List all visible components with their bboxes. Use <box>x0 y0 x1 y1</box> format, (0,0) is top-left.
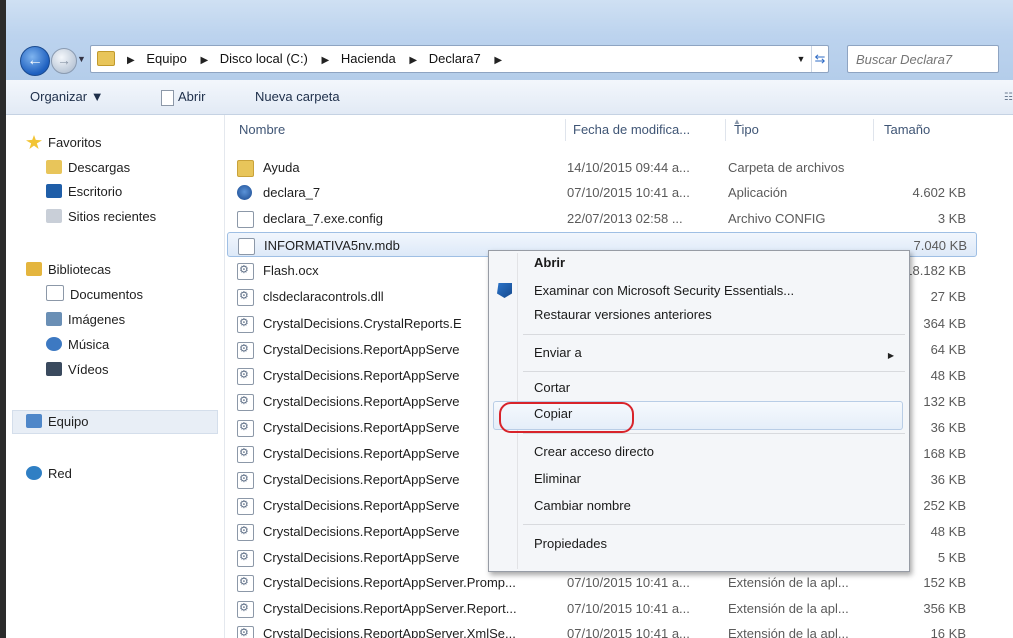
column-divider[interactable] <box>565 119 566 141</box>
computer-icon <box>26 414 42 428</box>
navigation-pane: Favoritos Descargas Escritorio Sitios re… <box>6 115 224 638</box>
column-header-name[interactable]: Nombre <box>233 115 559 145</box>
folder-icon <box>97 51 115 66</box>
chevron-right-icon[interactable]: ▶ <box>200 55 208 66</box>
column-header-size[interactable]: Tamaño <box>878 115 974 145</box>
dll-icon <box>237 289 254 306</box>
nav-item-downloads[interactable]: Descargas <box>46 158 130 178</box>
file-row[interactable]: declara_7.exe.config 22/07/2013 02:58 ...… <box>225 206 1013 231</box>
file-row[interactable]: declara_7 07/10/2015 10:41 a... Aplicación… <box>225 180 1013 205</box>
column-header-type[interactable]: Tipo <box>728 115 874 145</box>
column-divider[interactable] <box>873 119 874 141</box>
dll-icon <box>237 420 254 437</box>
app-icon <box>237 185 252 200</box>
new-folder-button[interactable]: Nueva carpeta <box>255 80 340 114</box>
menu-item-scan[interactable]: Examinar con Microsoft Security Essentia… <box>534 279 794 303</box>
dll-icon <box>237 524 254 541</box>
dll-icon <box>237 626 254 638</box>
menu-item-open[interactable]: Abrir <box>534 251 565 275</box>
organize-button[interactable]: Organizar ▼ <box>30 80 104 114</box>
file-row[interactable]: CrystalDecisions.ReportAppServer.Promp..… <box>225 570 1013 595</box>
dll-icon <box>237 498 254 515</box>
back-button[interactable]: ← <box>20 46 50 76</box>
nav-item-computer[interactable]: Equipo <box>26 412 88 432</box>
dll-icon <box>237 472 254 489</box>
explorer-window: ← → ▼ ▶ Equipo ▶ Disco local (C:) ▶ Haci… <box>0 0 1013 638</box>
forward-button[interactable]: → <box>51 48 77 74</box>
menu-separator <box>523 371 905 372</box>
dll-icon <box>237 316 254 333</box>
menu-item-create-shortcut[interactable]: Crear acceso directo <box>534 440 654 464</box>
menu-item-rename[interactable]: Cambiar nombre <box>534 494 631 518</box>
chevron-right-icon[interactable]: ▶ <box>409 55 417 66</box>
chevron-right-icon[interactable]: ▶ <box>127 55 135 66</box>
folder-icon <box>237 160 254 177</box>
nav-item-videos[interactable]: Vídeos <box>46 360 108 380</box>
nav-item-recent[interactable]: Sitios recientes <box>46 207 156 227</box>
nav-item-favorites[interactable]: Favoritos <box>26 133 101 153</box>
menu-item-delete[interactable]: Eliminar <box>534 467 581 491</box>
dll-icon <box>237 368 254 385</box>
breadcrumb-item-hacienda[interactable]: Hacienda <box>341 51 396 66</box>
column-divider[interactable] <box>725 119 726 141</box>
chevron-right-icon[interactable]: ▶ <box>494 55 502 66</box>
nav-item-libraries[interactable]: Bibliotecas <box>26 260 111 280</box>
document-icon <box>238 238 255 255</box>
refresh-icon[interactable]: ⇆ <box>811 46 828 72</box>
open-button[interactable]: Abrir <box>178 80 205 114</box>
sort-ascending-icon: ▲ <box>733 117 741 126</box>
menu-item-properties[interactable]: Propiedades <box>534 532 607 556</box>
star-icon <box>26 135 42 149</box>
nav-item-music[interactable]: Música <box>46 335 109 355</box>
documents-icon <box>46 285 64 301</box>
breadcrumb-item-equipo[interactable]: Equipo <box>146 51 186 66</box>
command-bar: Organizar ▼ Abrir Nueva carpeta ☷ <box>6 80 1013 115</box>
downloads-folder-icon <box>46 160 62 174</box>
nav-item-network[interactable]: Red <box>26 464 72 484</box>
libraries-icon <box>26 262 42 276</box>
view-options-icon[interactable]: ☷ <box>1004 92 1013 103</box>
breadcrumb: ▶ Equipo ▶ Disco local (C:) ▶ Hacienda ▶… <box>119 46 510 72</box>
file-row[interactable]: Ayuda 14/10/2015 09:44 a... Carpeta de arc… <box>225 155 1013 180</box>
dll-icon <box>237 394 254 411</box>
breadcrumb-item-disk[interactable]: Disco local (C:) <box>220 51 308 66</box>
history-dropdown-icon[interactable]: ▼ <box>77 52 87 66</box>
menu-separator <box>523 433 905 434</box>
nav-item-documents[interactable]: Documentos <box>46 285 143 305</box>
dll-icon <box>237 342 254 359</box>
address-dropdown-icon[interactable]: ▼ <box>794 46 808 72</box>
nav-item-desktop[interactable]: Escritorio <box>46 182 122 202</box>
desktop-icon <box>46 184 62 198</box>
chevron-right-icon[interactable]: ▶ <box>322 55 330 66</box>
menu-item-send-to[interactable]: Enviar a <box>534 341 582 365</box>
security-essentials-icon <box>497 283 512 298</box>
search-box[interactable] <box>847 45 999 73</box>
search-input[interactable] <box>854 46 988 72</box>
menu-item-cut[interactable]: Cortar <box>534 376 570 400</box>
breadcrumb-item-declara7[interactable]: Declara7 <box>429 51 481 66</box>
menu-item-restore[interactable]: Restaurar versiones anteriores <box>534 303 712 327</box>
dll-icon <box>237 550 254 567</box>
nav-item-images[interactable]: Imágenes <box>46 310 125 330</box>
document-icon <box>161 90 174 106</box>
column-header-date[interactable]: Fecha de modifica... <box>567 115 723 145</box>
dll-icon <box>237 263 254 280</box>
dll-icon <box>237 575 254 592</box>
dll-icon <box>237 446 254 463</box>
submenu-arrow-icon: ▶ <box>887 351 894 360</box>
videos-icon <box>46 362 62 376</box>
menu-separator <box>523 334 905 335</box>
network-icon <box>26 466 42 480</box>
highlight-annotation <box>499 402 634 433</box>
recent-places-icon <box>46 209 62 223</box>
title-bar: ← → ▼ ▶ Equipo ▶ Disco local (C:) ▶ Haci… <box>6 0 1013 80</box>
file-row[interactable]: CrystalDecisions.ReportAppServer.XmlSe..… <box>225 621 1013 638</box>
dll-icon <box>237 601 254 618</box>
document-icon <box>237 211 254 228</box>
menu-separator <box>523 524 905 525</box>
address-bar[interactable]: ▶ Equipo ▶ Disco local (C:) ▶ Hacienda ▶… <box>90 45 829 73</box>
file-row[interactable]: CrystalDecisions.ReportAppServer.Report.… <box>225 596 1013 621</box>
images-icon <box>46 312 62 326</box>
music-icon <box>46 337 62 351</box>
